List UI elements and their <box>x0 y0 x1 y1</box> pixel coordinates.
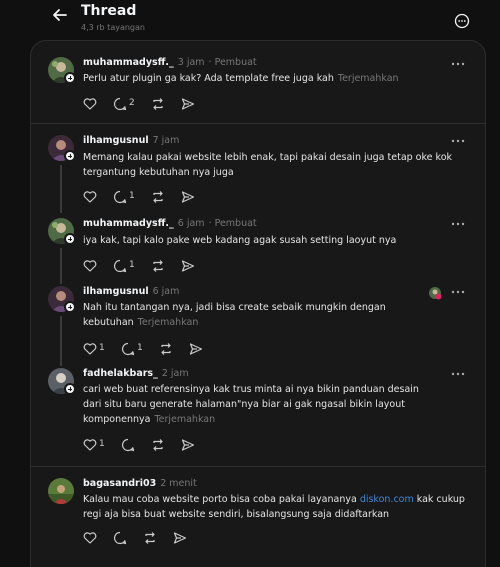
share-icon[interactable] <box>181 97 195 111</box>
reply-icon[interactable] <box>121 438 135 452</box>
username[interactable]: bagasandri03 <box>83 478 156 489</box>
timestamp: 6 jam <box>152 286 180 297</box>
more-dots-icon[interactable] <box>449 220 467 228</box>
timestamp: 7 jam <box>152 135 180 146</box>
divider <box>31 123 485 124</box>
top-bar: Thread 4,3 rb tayangan <box>0 0 500 40</box>
repost-icon[interactable] <box>159 342 173 356</box>
more-dots-icon[interactable] <box>449 60 467 68</box>
thread-line <box>60 165 62 213</box>
thread-line <box>60 316 62 366</box>
timestamp: 2 menit <box>160 478 197 489</box>
post-text: Kalau mau coba website porto bisa coba p… <box>83 494 465 520</box>
share-icon[interactable] <box>181 438 195 452</box>
like-heart-icon[interactable] <box>83 531 97 545</box>
timestamp: 3 jam <box>177 57 205 68</box>
liked-by-author-avatar-icon <box>429 287 442 300</box>
repost-icon[interactable] <box>151 97 165 111</box>
repost-icon[interactable] <box>143 531 157 545</box>
back-arrow-icon[interactable] <box>50 5 70 25</box>
share-icon[interactable] <box>181 190 195 204</box>
thread-card: muhammadysff._ 3 jam · Pembuat Perlu atur … <box>30 40 486 567</box>
username[interactable]: ilhamgusnul <box>83 135 149 146</box>
post-header: ilhamgusnul 6 jam <box>83 286 179 297</box>
post-text: cari web buat referensinya kak trus mint… <box>83 384 419 425</box>
timestamp: 6 jam <box>177 218 205 229</box>
reply-count: 1 <box>129 191 135 201</box>
post-header: fadhelakbars_ 2 jam <box>83 368 189 379</box>
like-heart-icon[interactable] <box>83 97 97 111</box>
post-header: bagasandri03 2 menit <box>83 478 197 489</box>
post-header: muhammadysff._ 3 jam · Pembuat <box>83 57 257 68</box>
timestamp: 2 jam <box>161 368 189 379</box>
translate-link[interactable]: Terjemahkan <box>338 73 399 84</box>
like-heart-icon[interactable] <box>83 438 97 452</box>
username[interactable]: fadhelakbars_ <box>83 368 158 379</box>
like-count: 1 <box>99 439 105 449</box>
post-text: iya kak, tapi kalo pake web kadang agak … <box>83 235 397 246</box>
more-options-icon[interactable] <box>454 13 470 29</box>
more-dots-icon[interactable] <box>449 288 467 296</box>
follow-plus-icon[interactable] <box>64 150 76 162</box>
like-heart-icon[interactable] <box>83 190 97 204</box>
post-text: Memang kalau pakai website lebih enak, t… <box>83 152 453 178</box>
username[interactable]: muhammadysff._ <box>83 218 174 229</box>
share-icon[interactable] <box>173 531 187 545</box>
repost-icon[interactable] <box>151 190 165 204</box>
follow-plus-icon[interactable] <box>64 301 76 313</box>
view-count: 4,3 rb tayangan <box>81 23 145 32</box>
reply-icon[interactable] <box>113 97 127 111</box>
reply-count: 2 <box>129 98 135 108</box>
author-tag: · Pembuat <box>208 57 257 68</box>
like-heart-icon[interactable] <box>83 342 97 356</box>
post-header: ilhamgusnul 7 jam <box>83 135 179 146</box>
translate-link[interactable]: Terjemahkan <box>138 317 199 328</box>
follow-plus-icon[interactable] <box>64 383 76 395</box>
thread-line <box>60 248 62 284</box>
reply-icon[interactable] <box>113 190 127 204</box>
repost-icon[interactable] <box>151 259 165 273</box>
post-text: Nah itu tantangan nya, jadi bisa create … <box>83 302 386 328</box>
repost-icon[interactable] <box>151 438 165 452</box>
username[interactable]: ilhamgusnul <box>83 286 149 297</box>
reply-count: 1 <box>129 260 135 270</box>
share-icon[interactable] <box>181 259 195 273</box>
divider <box>31 466 485 467</box>
more-dots-icon[interactable] <box>449 370 467 378</box>
page-title: Thread <box>81 3 137 19</box>
like-heart-icon[interactable] <box>83 259 97 273</box>
author-tag: · Pembuat <box>208 218 257 229</box>
post-link[interactable]: diskon.com <box>360 494 414 505</box>
post-header: muhammadysff._ 6 jam · Pembuat <box>83 218 257 229</box>
translate-link[interactable]: Terjemahkan <box>154 414 215 425</box>
username[interactable]: muhammadysff._ <box>83 57 174 68</box>
follow-plus-icon[interactable] <box>64 233 76 245</box>
share-icon[interactable] <box>189 342 203 356</box>
reply-icon[interactable] <box>113 259 127 273</box>
like-count: 1 <box>99 343 105 353</box>
reply-icon[interactable] <box>121 342 135 356</box>
follow-plus-icon[interactable] <box>64 72 76 84</box>
reply-icon[interactable] <box>113 531 127 545</box>
post-text: Perlu atur plugin ga kak? Ada template f… <box>83 73 399 84</box>
reply-count: 1 <box>137 343 143 353</box>
more-dots-icon[interactable] <box>449 137 467 145</box>
avatar[interactable] <box>48 478 74 504</box>
